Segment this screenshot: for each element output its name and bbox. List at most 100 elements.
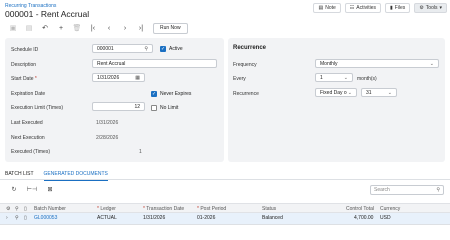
col-status[interactable]: Status — [262, 206, 276, 212]
frequency-value: Monthly — [320, 60, 338, 67]
col-control-total[interactable]: Control Total — [346, 206, 374, 212]
start-date-field[interactable]: 1/31/2026 ▦ — [92, 73, 145, 82]
col-currency[interactable]: Currency — [380, 206, 400, 212]
execution-limit-field[interactable]: 12 — [92, 102, 145, 111]
save-close-icon[interactable]: ▤ — [21, 22, 37, 34]
never-expires-label: Never Expires — [160, 91, 192, 97]
executed-times-value: 1 — [139, 149, 142, 155]
checkbox-checked-icon: ✓ — [151, 91, 157, 97]
activities-icon: ☷ — [349, 5, 355, 11]
expand-icon[interactable]: › — [6, 215, 8, 221]
start-date-label: Start Date * — [11, 76, 37, 82]
last-executed-label: Last Executed — [11, 120, 43, 126]
ledger-cell: ACTUAL — [97, 215, 117, 221]
recurrence-label: Recurrence — [233, 91, 259, 97]
start-date-value: 1/31/2026 — [97, 74, 120, 81]
save-icon[interactable]: ▣ — [5, 22, 21, 34]
execution-limit-value: 12 — [134, 103, 140, 110]
never-expires-checkbox[interactable]: ✓ Never Expires — [151, 91, 191, 97]
recurrence-day-value: 31 — [366, 89, 372, 96]
post-period-cell: 01-2026 — [197, 215, 216, 221]
executed-times-label: Executed (Times) — [11, 149, 50, 155]
batch-number-link[interactable]: GL000053 — [34, 215, 57, 221]
chevron-down-icon: ⌄ — [343, 74, 348, 81]
files-label: Files — [394, 5, 406, 11]
recurrence-type-value: Fixed Day o — [320, 89, 347, 96]
settings-icon[interactable]: ⚙ — [6, 206, 10, 212]
checkbox-unchecked-icon — [151, 105, 157, 111]
document-icon: ▯ — [24, 215, 27, 221]
schedule-id-label: Schedule ID — [11, 47, 39, 53]
search-icon: ⚲ — [144, 45, 148, 52]
description-field[interactable]: Rent Accrual — [92, 59, 217, 68]
schedule-id-value: 000001 — [97, 45, 114, 52]
next-record-icon[interactable]: › — [117, 22, 133, 34]
every-value: 1 — [320, 74, 323, 81]
run-now-button[interactable]: Run Now — [153, 22, 188, 34]
tools-button[interactable]: ⚙ Tools ▾ — [414, 3, 447, 13]
transaction-date-cell: 1/31/2026 — [143, 215, 166, 221]
col-post-period[interactable]: * Post Period — [197, 206, 226, 212]
col-batch-number[interactable]: Batch Number — [34, 206, 66, 212]
currency-cell: USD — [380, 215, 391, 221]
attachment-icon: ⚲ — [15, 206, 19, 212]
frequency-select[interactable]: Monthly ⌄ — [315, 59, 439, 68]
col-ledger[interactable]: * Ledger — [97, 206, 116, 212]
description-label: Description — [11, 62, 37, 68]
note-label: Note — [325, 5, 336, 11]
checkbox-checked-icon: ✓ — [160, 46, 166, 52]
gear-icon: ⚙ — [419, 5, 424, 11]
refresh-icon[interactable]: ↻ — [5, 184, 23, 194]
chevron-down-icon: ⌄ — [347, 89, 352, 96]
schedule-panel — [5, 38, 224, 162]
active-checkbox[interactable]: ✓ Active — [160, 46, 183, 52]
first-record-icon[interactable]: |‹ — [85, 22, 101, 34]
search-icon: ⚲ — [436, 187, 440, 193]
page-title: 000001 - Rent Accrual — [5, 9, 90, 19]
files-icon: ▮ — [389, 5, 393, 11]
calendar-icon: ▦ — [135, 74, 140, 81]
table-row[interactable]: › ⚲ ▯ GL000053 ACTUAL 1/31/2026 01-2026 … — [0, 213, 450, 225]
chevron-down-icon: ⌄ — [429, 60, 434, 67]
undo-icon[interactable]: ↶ — [37, 22, 53, 34]
chevron-down-icon: ⌄ — [387, 89, 392, 96]
recurrence-panel — [228, 38, 445, 162]
activities-button[interactable]: ☷ Activities — [344, 3, 381, 13]
note-icon: ▤ — [318, 5, 324, 11]
active-label: Active — [169, 46, 183, 52]
previous-record-icon[interactable]: ‹ — [101, 22, 117, 34]
search-input[interactable]: Search ⚲ — [370, 185, 444, 195]
no-limit-checkbox[interactable]: No Limit — [151, 105, 178, 111]
last-record-icon[interactable]: ›| — [133, 22, 149, 34]
chevron-down-icon: ▾ — [439, 5, 442, 11]
note-button[interactable]: ▤ Note — [313, 3, 341, 13]
expiration-date-label: Expiration Date — [11, 91, 46, 97]
every-select[interactable]: 1 ⌄ — [315, 73, 353, 82]
export-excel-icon[interactable]: ⊠ — [41, 184, 59, 194]
last-executed-value: 1/31/2026 — [96, 120, 119, 126]
document-icon: ▯ — [24, 206, 27, 212]
schedule-id-field[interactable]: 000001 ⚲ — [92, 44, 153, 53]
attachment-icon: ⚲ — [15, 215, 19, 221]
next-execution-value: 2/28/2026 — [96, 135, 119, 141]
status-cell: Balanced — [262, 215, 283, 221]
recurrence-day-select[interactable]: 31 ⌄ — [361, 88, 397, 97]
grid-header: ⚙ ⚲ ▯ Batch Number * Ledger * Transactio… — [0, 203, 450, 213]
every-label: Every — [233, 76, 246, 82]
grid-toolbar: ↻ ⊢⊣ ⊠ — [5, 184, 59, 194]
files-button[interactable]: ▮ Files — [384, 3, 411, 13]
recurrence-heading: Recurrence — [233, 45, 267, 51]
execution-limit-label: Execution Limit (Times) — [11, 105, 64, 111]
delete-icon[interactable]: 🗑 — [69, 22, 85, 34]
tab-divider — [0, 179, 450, 180]
col-transaction-date[interactable]: * Transaction Date — [143, 206, 184, 212]
fit-columns-icon[interactable]: ⊢⊣ — [23, 184, 41, 194]
frequency-label: Frequency — [233, 62, 257, 68]
next-execution-label: Next Execution — [11, 135, 45, 141]
recurrence-type-select[interactable]: Fixed Day o ⌄ — [315, 88, 357, 97]
control-total-cell: 4,700.00 — [354, 215, 374, 221]
top-actions: ▤ Note ☷ Activities ▮ Files ⚙ Tools ▾ — [313, 3, 447, 13]
every-unit: month(s) — [357, 76, 377, 82]
add-icon[interactable]: + — [53, 22, 69, 34]
no-limit-label: No Limit — [160, 105, 179, 111]
